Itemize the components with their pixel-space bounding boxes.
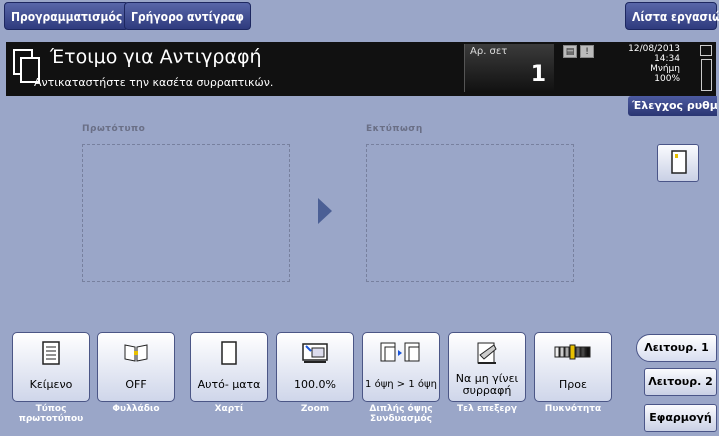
copies-value: 1 [530,62,546,87]
apply-button[interactable]: Εφαρμογή [644,404,717,432]
paper-value: Αυτό- ματα [197,378,261,391]
duplex-button[interactable]: 1 όψη > 1 όψη [362,332,440,402]
document-icon [13,341,89,370]
paper-button[interactable]: Αυτό- ματα [190,332,268,402]
density-button[interactable]: Προε [534,332,612,402]
zoom-icon [277,341,353,370]
density-icon [535,341,611,366]
original-label: Πρωτότυπο [82,124,146,134]
booklet-label: Φυλλάδιο [112,404,160,414]
duplex-label: Διπλής όψης Συνδυασμός [369,404,433,424]
copies-label: Αρ. σετ [470,46,508,57]
function-1-tab[interactable]: Λειτουρ. 1 [636,334,717,362]
tab-programming[interactable]: Προγραμματισμός [4,2,130,30]
tab-job-list[interactable]: Λίστα εργασιών [625,2,719,30]
status-title: Έτοιμο για Αντιγραφή [50,46,262,68]
booklet-value: OFF [125,378,147,391]
booklet-icon [98,341,174,370]
booklet-button[interactable]: OFF [97,332,175,402]
memory-label: Μνήμη [650,64,680,74]
tab-quick-copy[interactable]: Γρήγορο αντίγραφ [124,2,251,30]
warning-icon: ! [580,45,594,58]
status-message: Αντικαταστήστε την κασέτα συρραπτικών. [34,76,274,89]
arrow-right-icon [318,198,332,228]
paper-icon [191,341,267,370]
original-type-value: Κείμενο [29,378,73,391]
original-type-button[interactable]: Κείμενο [12,332,90,402]
memory-gauge [701,59,712,91]
paper-label: Χαρτί [214,404,244,414]
zoom-value: 100.0% [294,378,336,391]
date-display: 12/08/2013 [628,44,680,54]
page-view-button[interactable] [657,144,699,182]
check-settings-button[interactable]: Έλεγχος ρυθμίσε [628,96,717,116]
duplex-value: 1 όψη > 1 όψη [365,379,437,390]
finishing-value: Να μη γίνει συρραφή [455,372,519,397]
output-label: Εκτύπωση [366,124,423,134]
staple-icon [449,341,525,370]
original-preview [82,144,290,282]
zoom-button[interactable]: 100.0% [276,332,354,402]
output-preview [366,144,574,282]
function-2-tab[interactable]: Λειτουρ. 2 [644,368,717,396]
memory-value: 100% [654,74,680,84]
finishing-label: Τελ επεξεργ [456,404,518,414]
printer-icon: ▤ [563,45,577,58]
page-icon [671,150,687,174]
density-label: Πυκνότητα [544,404,602,414]
time-display: 14:34 [654,54,680,64]
duplex-icon [363,341,439,370]
storage-icon [700,45,712,56]
density-value: Προε [559,378,587,391]
original-type-label: Τύπος πρωτοτύπου [18,404,84,424]
finishing-button[interactable]: Να μη γίνει συρραφή [448,332,526,402]
zoom-label: Zoom [300,404,330,414]
